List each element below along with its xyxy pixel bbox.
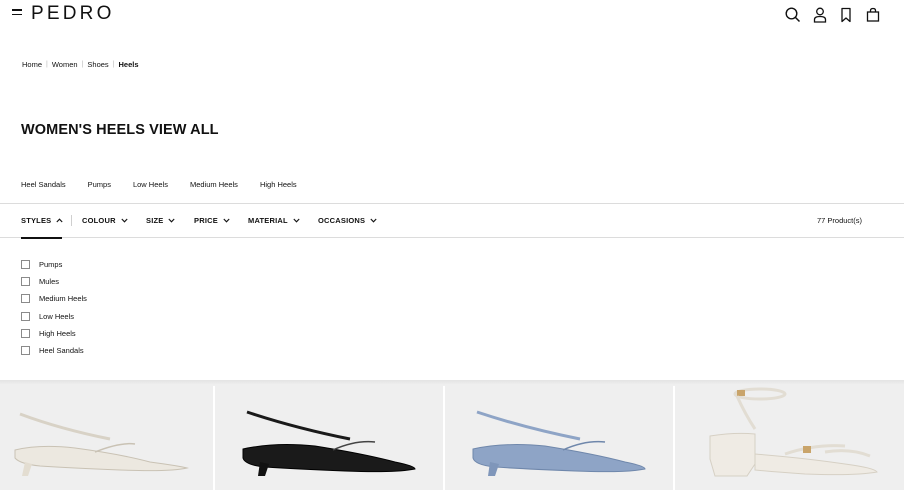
option-label: Low Heels [39, 311, 75, 321]
chevron-up-icon [56, 218, 63, 223]
breadcrumb: Home | Women | Shoes | Heels [22, 60, 139, 69]
subcategory-nav: Heel Sandals Pumps Low Heels Medium Heel… [21, 180, 319, 189]
product-card-slingback-black[interactable] [215, 384, 443, 490]
breadcrumb-home[interactable]: Home [22, 60, 42, 69]
shoe-image [472, 410, 646, 476]
filter-colour[interactable]: COLOUR [82, 216, 128, 225]
breadcrumb-separator: | [81, 61, 84, 68]
subcategory-medium-heels[interactable]: Medium Heels [190, 180, 238, 189]
site-header: PEDRO [0, 0, 904, 30]
checkbox[interactable] [21, 311, 30, 321]
checkbox[interactable] [21, 260, 30, 270]
filter-label: OCCASIONS [318, 216, 366, 225]
product-card-slingback-chalk[interactable] [0, 384, 213, 490]
chevron-down-icon [293, 218, 300, 223]
active-filter-indicator [21, 237, 62, 239]
chevron-down-icon [168, 218, 176, 223]
subcategory-low-heels[interactable]: Low Heels [133, 180, 168, 189]
style-option-pumps[interactable]: Pumps [21, 256, 87, 273]
filter-label: COLOUR [82, 216, 116, 225]
breadcrumb-separator: | [46, 61, 48, 68]
product-card-slingback-blue[interactable] [445, 384, 673, 490]
filter-size[interactable]: SIZE [146, 216, 176, 225]
filter-label: PRICE [194, 216, 218, 225]
filter-label: SIZE [146, 216, 164, 225]
subcategory-pumps[interactable]: Pumps [88, 180, 111, 189]
filter-price[interactable]: PRICE [194, 216, 230, 225]
filter-styles[interactable]: STYLES [21, 216, 63, 225]
checkbox[interactable] [21, 346, 30, 356]
checkbox[interactable] [21, 294, 30, 304]
checkbox[interactable] [21, 277, 30, 287]
shoe-image [14, 412, 189, 476]
chevron-down-icon [223, 218, 230, 223]
option-label: High Heels [39, 328, 76, 338]
bag-icon[interactable] [864, 6, 882, 24]
menu-icon[interactable] [12, 9, 22, 19]
account-icon[interactable] [811, 6, 829, 24]
product-card-sandal-chalk[interactable] [675, 384, 904, 490]
option-label: Heel Sandals [39, 346, 84, 356]
search-icon[interactable] [784, 6, 802, 24]
breadcrumb-women[interactable]: Women [52, 60, 78, 69]
chevron-down-icon [370, 218, 377, 223]
option-label: Mules [39, 277, 60, 287]
shoe-image [709, 387, 878, 477]
filter-divider [71, 215, 72, 226]
filter-label: MATERIAL [248, 216, 288, 225]
breadcrumb-shoes[interactable]: Shoes [87, 60, 108, 69]
wishlist-icon[interactable] [837, 6, 855, 24]
checkbox[interactable] [21, 328, 30, 338]
shoe-image [242, 410, 416, 476]
subcategory-high-heels[interactable]: High Heels [260, 180, 297, 189]
chevron-down-icon [121, 218, 128, 223]
product-grid [0, 384, 904, 490]
style-option-mules[interactable]: Mules [21, 273, 87, 290]
style-option-heel-sandals[interactable]: Heel Sandals [21, 342, 87, 359]
option-label: Pumps [39, 260, 63, 270]
styles-options-list: Pumps Mules Medium Heels Low Heels High … [21, 256, 87, 359]
style-option-low-heels[interactable]: Low Heels [21, 308, 87, 325]
filter-bar: STYLES COLOUR SIZE PRICE MATERIAL OCCASI… [0, 203, 904, 239]
site-logo[interactable]: PEDRO [31, 3, 115, 25]
style-option-high-heels[interactable]: High Heels [21, 325, 87, 342]
subcategory-heel-sandals[interactable]: Heel Sandals [21, 180, 66, 189]
option-label: Medium Heels [39, 294, 87, 304]
filter-occasions[interactable]: OCCASIONS [318, 216, 377, 225]
filter-label: STYLES [21, 216, 52, 225]
product-count: 77 Product(s) [816, 216, 862, 225]
page-title: WOMEN'S HEELS VIEW ALL [21, 122, 219, 138]
filter-material[interactable]: MATERIAL [248, 216, 300, 225]
style-option-medium-heels[interactable]: Medium Heels [21, 290, 87, 307]
breadcrumb-current: Heels [118, 60, 139, 69]
breadcrumb-separator: | [112, 61, 115, 68]
